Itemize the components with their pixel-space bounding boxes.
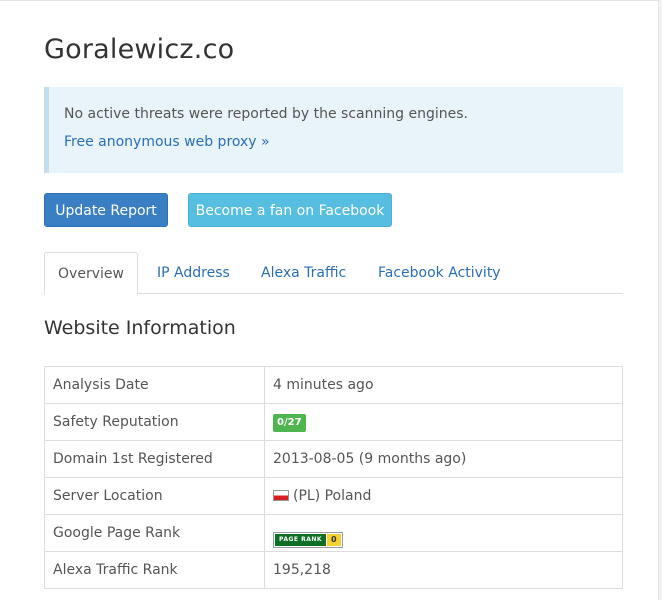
analysis-date-label: Analysis Date (44, 366, 265, 404)
table-row: Safety Reputation 0/27 (44, 403, 623, 441)
section-title: Website Information (44, 317, 236, 339)
table-row: Domain 1st Registered 2013-08-05 (9 mont… (44, 440, 623, 478)
pagerank-badge-label: PAGE RANK (275, 533, 327, 546)
update-report-button[interactable]: Update Report (44, 193, 168, 227)
table-row: Analysis Date 4 minutes ago (44, 366, 623, 404)
pagerank-badge: PAGE RANK 0 (273, 531, 343, 548)
page-rank-value: PAGE RANK 0 (264, 514, 623, 552)
pagerank-badge-value: 0 (327, 533, 341, 546)
alert-message: No active threats were reported by the s… (64, 106, 468, 122)
safety-reputation-value: 0/27 (264, 403, 623, 441)
analysis-date-value: 4 minutes ago (264, 366, 623, 404)
tab-bar: Overview IP Address Alexa Traffic Facebo… (44, 252, 623, 295)
safety-reputation-label: Safety Reputation (44, 403, 265, 441)
page-title: Goralewicz.co (44, 34, 235, 65)
table-row: Server Location (PL) Poland (44, 477, 623, 515)
server-location-value: (PL) Poland (264, 477, 623, 515)
table-row: Alexa Traffic Rank 195,218 (44, 551, 623, 589)
tab-facebook-activity[interactable]: Facebook Activity (378, 252, 501, 294)
page-rank-label: Google Page Rank (44, 514, 265, 552)
facebook-fan-button[interactable]: Become a fan on Facebook (188, 193, 392, 227)
server-location-label: Server Location (44, 477, 265, 515)
registered-label: Domain 1st Registered (44, 440, 265, 478)
website-info-table: Analysis Date 4 minutes ago Safety Reput… (44, 366, 623, 589)
status-alert: No active threats were reported by the s… (44, 87, 623, 173)
server-location-text: (PL) Poland (293, 488, 372, 504)
tab-ip-address[interactable]: IP Address (157, 252, 230, 294)
table-row: Google Page Rank PAGE RANK 0 (44, 514, 623, 552)
alexa-rank-value: 195,218 (264, 551, 623, 589)
alexa-rank-label: Alexa Traffic Rank (44, 551, 265, 589)
safety-badge: 0/27 (273, 413, 306, 432)
registered-value: 2013-08-05 (9 months ago) (264, 440, 623, 478)
tab-overview[interactable]: Overview (44, 252, 138, 295)
tab-alexa-traffic[interactable]: Alexa Traffic (261, 252, 346, 294)
proxy-link[interactable]: Free anonymous web proxy » (64, 134, 270, 150)
poland-flag-icon (273, 490, 289, 501)
report-panel: Goralewicz.co No active threats were rep… (0, 0, 659, 600)
